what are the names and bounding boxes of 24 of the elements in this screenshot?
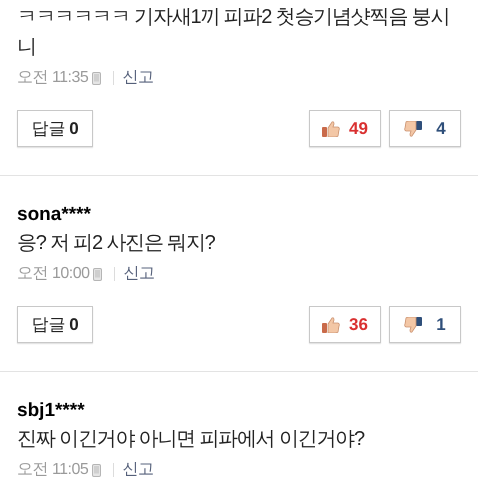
like-button[interactable]: 49: [309, 110, 381, 147]
comment-time: 오전 10:00: [17, 264, 90, 284]
comment-time: 오전 11:05: [17, 460, 88, 480]
dislike-button[interactable]: 4: [389, 110, 461, 147]
phone-icon: [92, 464, 102, 476]
reply-button[interactable]: 답글 0: [17, 110, 93, 147]
comment-text: 응? 저 피2 사진은 뭐지?: [17, 231, 216, 256]
thumbs-down-icon: [404, 120, 422, 136]
thumbs-up-icon: [322, 120, 340, 136]
comment-time: 오전 11:35: [17, 68, 88, 88]
phone-icon: [92, 72, 102, 84]
comment-text: 진짜 이긴거야 아니면 피파에서 이긴거야?: [17, 427, 366, 452]
author-name: sona****: [17, 203, 92, 227]
report-link[interactable]: 신고: [122, 68, 154, 88]
comment-text: ㅋㅋㅋㅋㅋㅋ 기자새1끼 피파2 첫승기념샷찍음 붕시니: [17, 5, 450, 60]
thumbs-down-icon: [404, 316, 422, 332]
report-link[interactable]: 신고: [123, 264, 154, 284]
thumbs-up-icon: [322, 316, 340, 332]
report-link[interactable]: 신고: [122, 460, 154, 480]
like-button[interactable]: 36: [309, 306, 381, 343]
author-name: sbj1****: [17, 399, 86, 423]
dislike-button[interactable]: 1: [389, 306, 461, 343]
reply-button[interactable]: 답글 0: [17, 306, 93, 343]
phone-icon: [93, 268, 102, 280]
